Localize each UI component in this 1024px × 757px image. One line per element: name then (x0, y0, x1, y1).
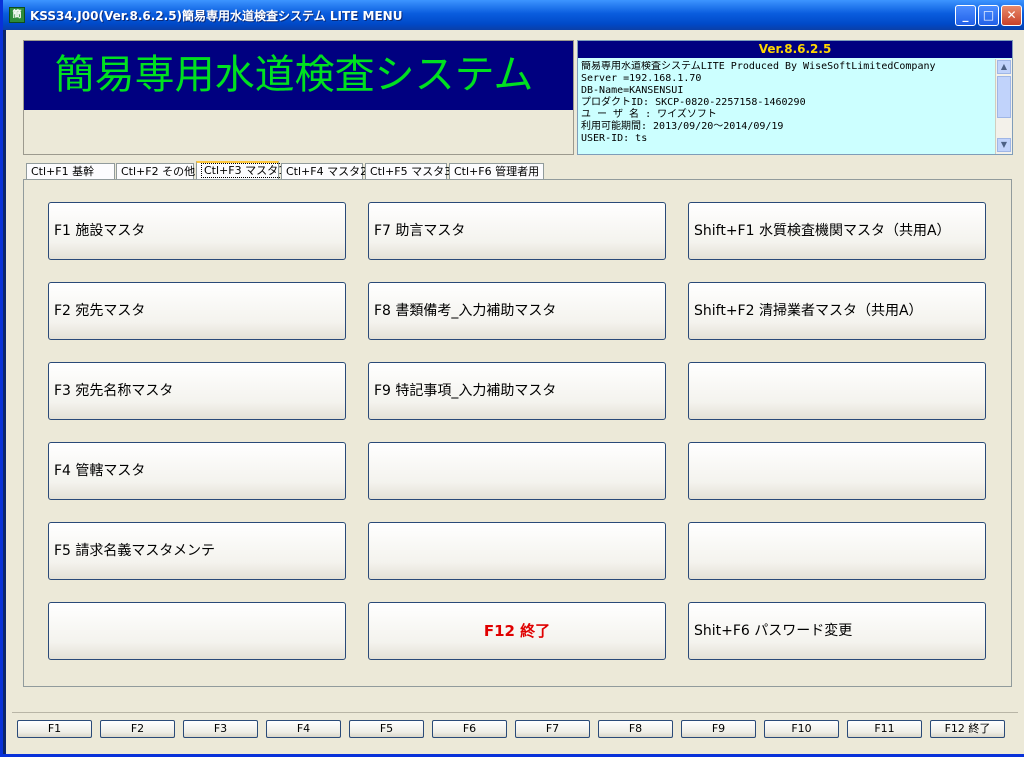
empty-menu-button[interactable] (688, 442, 986, 500)
window-title: KSS34.J00(Ver.8.6.2.5)簡易専用水道検査システム LITE … (30, 9, 403, 23)
empty-menu-button[interactable] (688, 362, 986, 420)
scroll-up-icon[interactable]: ▲ (997, 60, 1011, 74)
empty-menu-button[interactable] (48, 602, 346, 660)
fkey-f7-button[interactable]: F7 (515, 720, 590, 738)
system-banner: 簡易専用水道検査システム (23, 40, 574, 155)
fkey-f1-button[interactable]: F1 (17, 720, 92, 738)
info-line: 利用可能期間: 2013/09/20～2014/09/19 (581, 121, 784, 132)
banner-title-area: 簡易専用水道検査システム (24, 41, 573, 110)
minimize-button[interactable]: _ (955, 5, 976, 26)
info-line: ユ ー ザ 名 : ワイズソフト (581, 109, 717, 120)
tab-master3[interactable]: Ctl+F5 マスタ3 (365, 163, 451, 180)
fkey-f5-button[interactable]: F5 (349, 720, 424, 738)
scroll-down-icon[interactable]: ▼ (997, 138, 1011, 152)
version-label: Ver.8.6.2.5 (578, 41, 1012, 58)
water-lab-master-button[interactable]: Shift+F1 水質検査機関マスタ（共用A） (688, 202, 986, 260)
fkey-f6-button[interactable]: F6 (432, 720, 507, 738)
fkey-f2-button[interactable]: F2 (100, 720, 175, 738)
tab-admin[interactable]: Ctl+F6 管理者用 (449, 163, 544, 180)
info-line: Server =192.168.1.70 (581, 73, 702, 84)
jurisdiction-master-button[interactable]: F4 管轄マスタ (48, 442, 346, 500)
advice-master-button[interactable]: F7 助言マスタ (368, 202, 666, 260)
fkey-f10-button[interactable]: F10 (764, 720, 839, 738)
system-info-panel: Ver.8.6.2.5 簡易専用水道検査システムLITE Produced By… (577, 40, 1013, 155)
fkey-f4-button[interactable]: F4 (266, 720, 341, 738)
empty-menu-button[interactable] (688, 522, 986, 580)
app-window: 簡 KSS34.J00(Ver.8.6.2.5)簡易専用水道検査システム LIT… (0, 0, 1024, 757)
info-text[interactable]: 簡易専用水道検査システムLITE Produced By WiseSoftLim… (581, 61, 993, 145)
app-icon: 簡 (9, 7, 25, 23)
function-key-bar: F1 F2 F3 F4 F5 F6 F7 F8 F9 F10 F11 F12 終… (12, 712, 1018, 741)
empty-menu-button[interactable] (368, 442, 666, 500)
cleaning-vendor-master-button[interactable]: Shift+F2 清掃業者マスタ（共用A） (688, 282, 986, 340)
banner-title: 簡易専用水道検査システム (54, 52, 534, 98)
empty-menu-button[interactable] (368, 522, 666, 580)
minimize-icon: _ (962, 8, 969, 22)
maximize-button[interactable]: □ (978, 5, 999, 26)
tab-panel-master1: F1 施設マスタ F2 宛先マスタ F3 宛先名称マスタ F4 管轄マスタ F5… (23, 179, 1012, 687)
tab-master1[interactable]: Ctl+F3 マスタ1 (196, 161, 289, 181)
info-line: プロダクトID: SKCP-0820-2257158-1460290 (581, 97, 806, 108)
exit-button[interactable]: F12 終了 (368, 602, 666, 660)
facility-master-button[interactable]: F1 施設マスタ (48, 202, 346, 260)
info-line: 簡易専用水道検査システムLITE Produced By WiseSoftLim… (581, 61, 936, 72)
info-scrollbar[interactable]: ▲ ▼ (995, 59, 1012, 154)
title-bar[interactable]: 簡 KSS34.J00(Ver.8.6.2.5)簡易専用水道検査システム LIT… (3, 0, 1024, 30)
tab-master2[interactable]: Ctl+F4 マスタ2 (281, 163, 367, 180)
fkey-f8-button[interactable]: F8 (598, 720, 673, 738)
close-icon: ✕ (1006, 8, 1017, 22)
scroll-thumb[interactable] (997, 76, 1011, 118)
fkey-f11-button[interactable]: F11 (847, 720, 922, 738)
info-line: USER-ID: ts (581, 133, 648, 144)
fkey-f9-button[interactable]: F9 (681, 720, 756, 738)
special-note-master-button[interactable]: F9 特記事項_入力補助マスタ (368, 362, 666, 420)
info-line: DB-Name=KANSENSUI (581, 85, 684, 96)
address-name-master-button[interactable]: F3 宛先名称マスタ (48, 362, 346, 420)
billing-name-master-button[interactable]: F5 請求名義マスタメンテ (48, 522, 346, 580)
tab-sonota[interactable]: Ctl+F2 その他 (116, 163, 195, 180)
client-area: 簡易専用水道検査システム Ver.8.6.2.5 簡易専用水道検査システムLIT… (6, 30, 1024, 754)
change-password-button[interactable]: Shit+F6 パスワード変更 (688, 602, 986, 660)
close-button[interactable]: ✕ (1001, 5, 1022, 26)
maximize-icon: □ (982, 8, 995, 22)
fkey-f12-exit-button[interactable]: F12 終了 (930, 720, 1005, 738)
fkey-f3-button[interactable]: F3 (183, 720, 258, 738)
tab-kikan[interactable]: Ctl+F1 基幹 (26, 163, 115, 180)
address-master-button[interactable]: F2 宛先マスタ (48, 282, 346, 340)
document-note-master-button[interactable]: F8 書類備考_入力補助マスタ (368, 282, 666, 340)
